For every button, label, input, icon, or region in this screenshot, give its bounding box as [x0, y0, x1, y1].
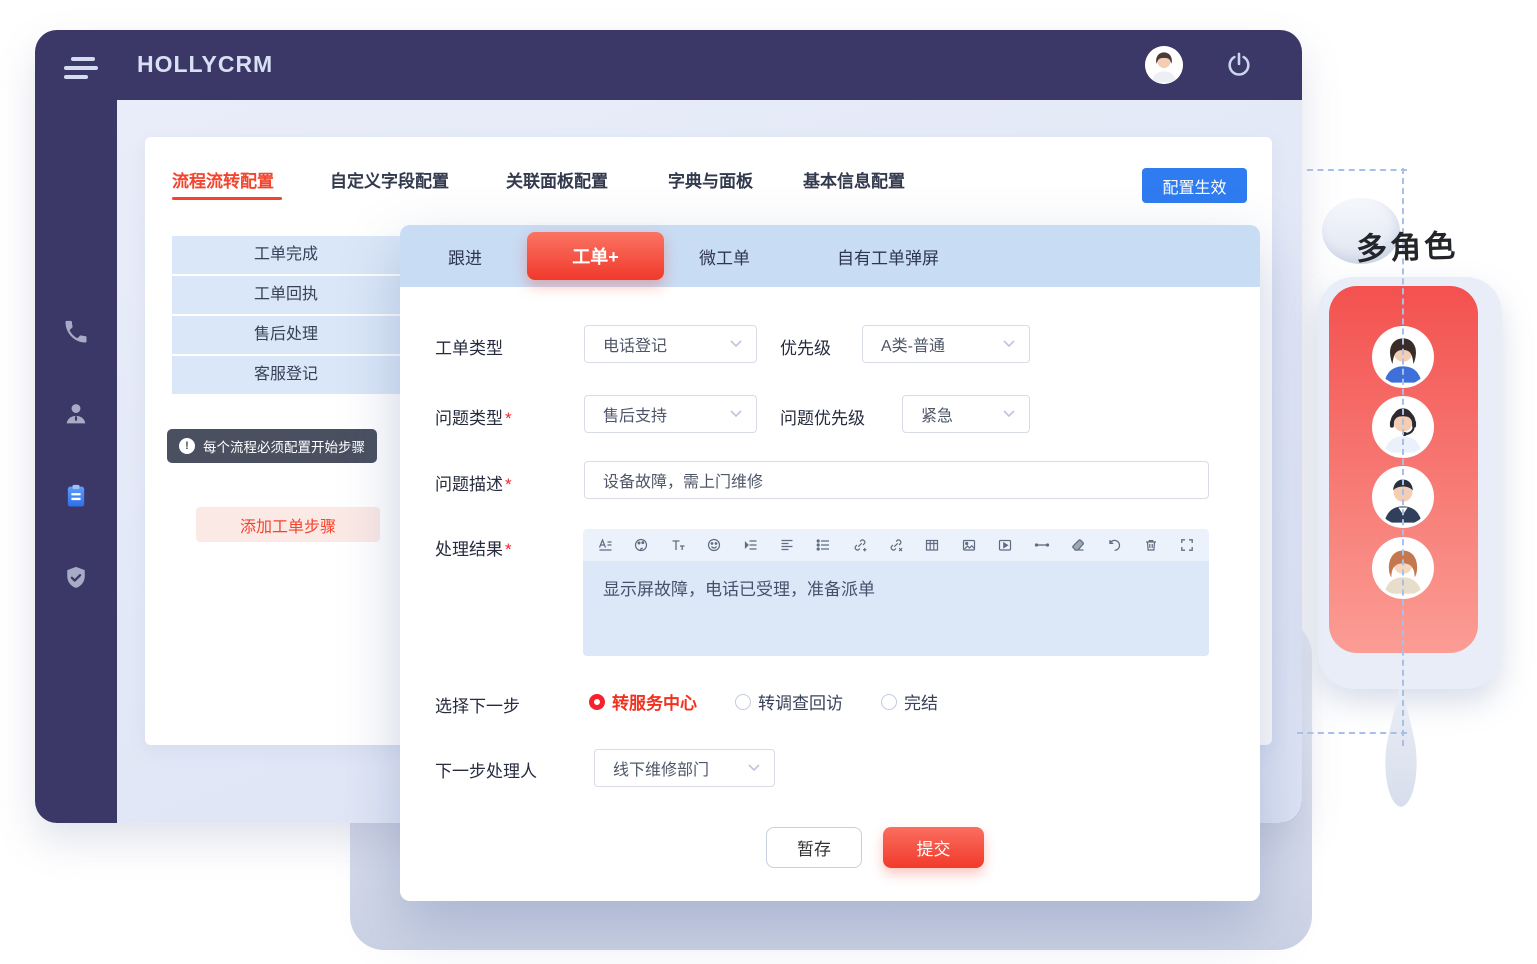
issue-priority-label: 问题优先级: [780, 404, 865, 429]
power-icon[interactable]: [1225, 51, 1253, 79]
multi-role-annotation: 多角色: [1355, 220, 1459, 269]
align-left-icon[interactable]: [779, 537, 795, 553]
eraser-icon[interactable]: [1070, 537, 1086, 553]
add-link-icon[interactable]: [852, 537, 868, 553]
chevron-down-icon: [730, 340, 742, 348]
bullet-list-icon[interactable]: [815, 537, 831, 553]
list-item-order-receipt[interactable]: 工单回执: [172, 276, 400, 314]
issue-desc-value: 设备故障，需上门维修: [603, 468, 763, 492]
remove-link-icon[interactable]: [888, 537, 904, 553]
list-item-service-register[interactable]: 客服登记: [172, 356, 400, 394]
fullscreen-icon[interactable]: [1179, 537, 1195, 553]
shield-icon[interactable]: [62, 564, 90, 592]
add-step-button[interactable]: 添加工单步骤: [196, 507, 380, 542]
emoji-icon[interactable]: [706, 537, 722, 553]
order-type-value: 电话登记: [603, 332, 667, 356]
avatar-image: [1145, 46, 1183, 84]
tab-work-order-active[interactable]: 工单+: [527, 232, 664, 280]
horizontal-rule-icon[interactable]: [1034, 537, 1050, 553]
priority-value: A类-普通: [881, 332, 945, 356]
dashed-line-horizontal-bottom: [1297, 732, 1407, 734]
radio-transfer-survey-callback[interactable]: 转调查回访: [735, 689, 843, 714]
order-type-select[interactable]: 电话登记: [584, 325, 757, 363]
user-avatar[interactable]: [1145, 46, 1183, 84]
undo-icon[interactable]: [1106, 537, 1122, 553]
image-icon[interactable]: [961, 537, 977, 553]
font-size-icon[interactable]: [670, 537, 686, 553]
chevron-down-icon: [730, 410, 742, 418]
issue-type-value: 售后支持: [603, 402, 667, 426]
issue-priority-select[interactable]: 紧急: [902, 395, 1030, 433]
rich-text-editor: 显示屏故障，电话已受理，准备派单: [583, 529, 1209, 656]
dashed-line-horizontal-top: [1307, 169, 1407, 171]
tab-basic-info-config[interactable]: 基本信息配置: [803, 167, 905, 192]
next-handler-value: 线下维修部门: [613, 756, 709, 780]
radio-selected-icon: [589, 694, 605, 710]
radio-unselected-icon: [881, 694, 897, 710]
next-handler-label: 下一步处理人: [435, 757, 537, 782]
tab-micro-work-order[interactable]: 微工单: [699, 244, 750, 269]
tab-process-flow-config[interactable]: 流程流转配置: [172, 167, 274, 192]
menu-icon[interactable]: [64, 57, 98, 83]
clipboard-icon[interactable]: [62, 482, 90, 510]
tab-follow-up[interactable]: 跟进: [448, 244, 482, 269]
issue-priority-value: 紧急: [921, 402, 953, 426]
submit-button[interactable]: 提交: [883, 827, 984, 868]
phone-icon[interactable]: [62, 318, 90, 346]
radio-unselected-icon: [735, 694, 751, 710]
brand-logo: HOLLYCRM: [137, 51, 273, 78]
save-draft-button[interactable]: 暂存: [766, 827, 862, 868]
issue-type-select[interactable]: 售后支持: [584, 395, 757, 433]
sidebar-nav: [35, 100, 117, 823]
tab-linked-panel-config[interactable]: 关联面板配置: [506, 167, 608, 192]
video-icon[interactable]: [997, 537, 1013, 553]
radio-transfer-service-center[interactable]: 转服务中心: [589, 689, 697, 714]
table-icon[interactable]: [924, 537, 940, 553]
apply-config-button[interactable]: 配置生效: [1142, 168, 1247, 203]
list-item-order-complete[interactable]: 工单完成: [172, 236, 400, 274]
user-icon[interactable]: [62, 400, 90, 428]
issue-desc-input[interactable]: 设备故障，需上门维修: [584, 461, 1209, 499]
editor-toolbar: [583, 529, 1209, 561]
next-step-label: 选择下一步: [435, 692, 520, 717]
tab-custom-fields-config[interactable]: 自定义字段配置: [330, 167, 449, 192]
chevron-down-icon: [1003, 410, 1015, 418]
color-palette-icon[interactable]: [633, 537, 649, 553]
screenshot-canvas: HOLLYCRM: [0, 0, 1537, 964]
notice-text: 每个流程必须配置开始步骤: [203, 436, 365, 456]
workflow-step-list: 工单完成 工单回执 售后处理 客服登记: [172, 236, 400, 396]
exclamation-icon: !: [179, 438, 195, 454]
order-type-label: 工单类型: [435, 334, 503, 359]
next-handler-select[interactable]: 线下维修部门: [594, 749, 775, 787]
active-tab-underline: [172, 197, 282, 200]
result-label: 处理结果*: [435, 535, 512, 560]
required-mark: *: [505, 409, 512, 428]
work-order-modal: 跟进 工单+ 微工单 自有工单弹屏 工单类型 电话登记 优先级 A类-普通 问题…: [400, 225, 1260, 901]
tab-own-order-popup[interactable]: 自有工单弹屏: [837, 244, 939, 269]
list-item-after-sales[interactable]: 售后处理: [172, 316, 400, 354]
tab-dictionary-panel[interactable]: 字典与面板: [668, 167, 753, 192]
notice-toast: ! 每个流程必须配置开始步骤: [167, 429, 377, 463]
delete-icon[interactable]: [1143, 537, 1159, 553]
droplet-shape: [1360, 655, 1440, 845]
editor-content[interactable]: 显示屏故障，电话已受理，准备派单: [583, 561, 1209, 656]
required-mark: *: [505, 540, 512, 559]
priority-select[interactable]: A类-普通: [862, 325, 1030, 363]
next-step-radio-group: 转服务中心 转调查回访 完结: [589, 689, 938, 714]
app-header: HOLLYCRM: [35, 30, 1302, 100]
multi-role-panel: [1318, 277, 1502, 689]
result-value: 显示屏故障，电话已受理，准备派单: [603, 580, 875, 599]
chevron-down-icon: [748, 764, 760, 772]
chevron-down-icon: [1003, 340, 1015, 348]
text-format-icon[interactable]: [597, 537, 613, 553]
required-mark: *: [505, 475, 512, 494]
radio-finish[interactable]: 完结: [881, 689, 938, 714]
modal-tab-band: 跟进 工单+ 微工单 自有工单弹屏: [400, 225, 1260, 287]
issue-desc-label: 问题描述*: [435, 470, 512, 495]
indent-icon[interactable]: [743, 537, 759, 553]
issue-type-label: 问题类型*: [435, 404, 512, 429]
priority-label: 优先级: [780, 334, 831, 359]
